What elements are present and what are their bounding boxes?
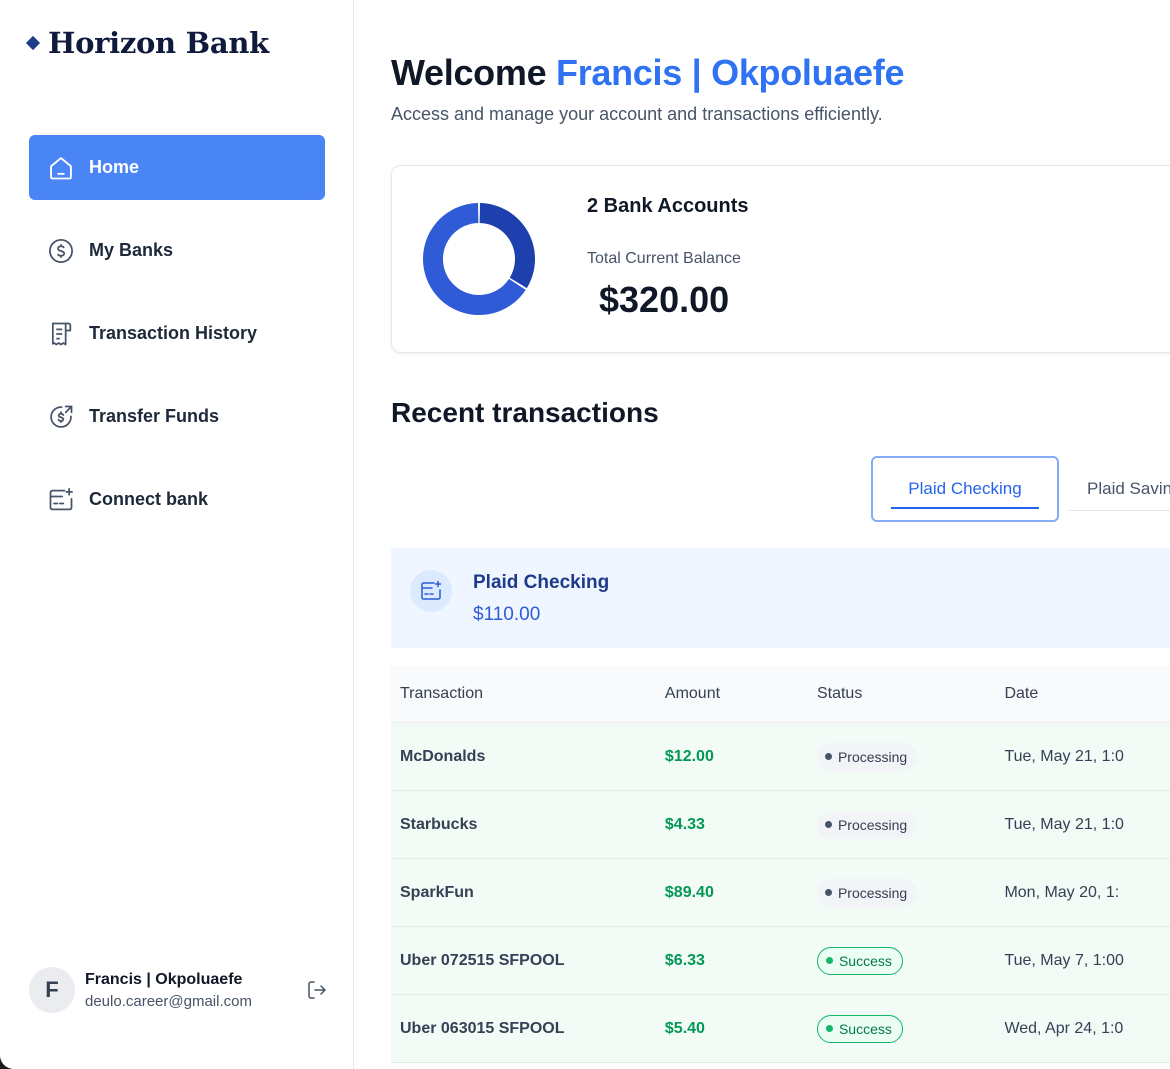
transaction-amount: $89.40	[664, 883, 714, 901]
table-row[interactable]: Uber 063015 SFPOOL $5.40 Success Wed, Ap…	[391, 995, 1170, 1063]
status-badge: Processing	[816, 810, 918, 839]
sidebar-item-connect-bank[interactable]: Connect bank	[29, 467, 325, 532]
recent-transactions-title: Recent transactions	[391, 397, 659, 428]
sidebar-item-home[interactable]: Home	[29, 135, 325, 200]
transaction-amount: $5.40	[664, 1019, 705, 1037]
sidebar-item-transaction-history[interactable]: Transaction History	[29, 301, 325, 366]
status-dot-icon	[825, 1025, 833, 1032]
transaction-date: Wed, Apr 24, 1:0	[1004, 1019, 1124, 1037]
logout-icon[interactable]	[305, 978, 329, 1002]
welcome-user-name: Francis | Okpoluaefe	[556, 52, 905, 93]
dollar-circle-icon	[49, 238, 73, 263]
total-balance-value: $320.00	[599, 279, 730, 320]
table-row[interactable]: SparkFun $89.40 Processing Mon, May 20, …	[391, 859, 1170, 927]
transaction-amount: $6.33	[664, 951, 705, 969]
account-card-icon-wrap	[410, 570, 452, 612]
user-name: Francis | Okpoluaefe	[85, 970, 243, 988]
account-name: Plaid Checking	[473, 572, 610, 593]
status-badge: Success	[816, 1014, 903, 1043]
total-balance-card: 2 Bank Accounts Total Current Balance $3…	[391, 165, 1170, 353]
sidebar-item-label: My Banks	[89, 240, 174, 260]
transaction-date: Tue, May 21, 1:0	[1004, 747, 1124, 765]
status-text: Success	[838, 1020, 892, 1037]
sidebar-item-label: Transfer Funds	[89, 406, 220, 426]
account-balance: $110.00	[473, 604, 541, 625]
total-balance-label: Total Current Balance	[587, 250, 741, 267]
table-header: Transaction Amount Status Date	[391, 666, 1170, 723]
transaction-date: Tue, May 7, 1:00	[1004, 951, 1124, 969]
table-row[interactable]: McDonalds $12.00 Processing Tue, May 21,…	[391, 723, 1170, 791]
receipt-icon	[51, 322, 72, 345]
transaction-date: Tue, May 21, 1:0	[1004, 815, 1124, 833]
status-dot-icon	[824, 889, 832, 896]
sidebar-nav: Home My Banks Transaction History Transf…	[29, 135, 325, 541]
brand-diamond-icon	[25, 35, 41, 51]
sidebar-item-label: Home	[89, 157, 140, 177]
transaction-date: Mon, May 20, 1:	[1004, 883, 1120, 901]
card-add-icon	[421, 580, 442, 600]
transaction-amount: $12.00	[664, 747, 714, 765]
transaction-amount: $4.33	[664, 815, 705, 833]
status-dot-icon	[825, 957, 833, 964]
user-meta: Francis | Okpoluaefe deulo.career@gmail.…	[85, 971, 297, 1010]
transaction-status-cell: Success	[816, 946, 1004, 975]
table-row[interactable]: Starbucks $4.33 Processing Tue, May 21, …	[391, 791, 1170, 859]
page-title: Welcome Francis | Okpoluaefe	[391, 52, 904, 94]
balance-donut-chart	[423, 203, 535, 315]
user-profile: F Francis | Okpoluaefe deulo.career@gmai…	[29, 967, 329, 1013]
brand-logo[interactable]: Horizon Bank	[25, 26, 269, 60]
sidebar: Horizon Bank Home My Banks Transaction H…	[0, 0, 354, 1069]
account-summary-banner: Plaid Checking $110.00	[391, 548, 1170, 648]
home-icon	[50, 156, 72, 179]
tab-plaid-savings[interactable]: Plaid Savin	[1068, 456, 1170, 522]
transaction-name: Uber 072515 SFPOOL	[400, 951, 565, 969]
bank-tabs: Plaid Checking Plaid Savin	[871, 456, 1170, 522]
card-add-icon	[49, 487, 73, 510]
column-header-amount: Amount	[664, 685, 721, 702]
avatar[interactable]: F	[29, 967, 75, 1013]
money-send-icon	[50, 405, 73, 428]
column-header-date: Date	[1004, 685, 1039, 702]
transaction-status-cell: Processing	[816, 810, 1004, 839]
status-text: Processing	[837, 816, 908, 833]
transaction-name: Uber 063015 SFPOOL	[400, 1019, 565, 1037]
transaction-name: SparkFun	[400, 883, 474, 901]
transaction-status-cell: Success	[816, 1014, 1004, 1043]
status-badge: Success	[816, 946, 903, 975]
column-header-transaction: Transaction	[400, 685, 483, 702]
status-badge: Processing	[816, 742, 918, 771]
sidebar-item-my-banks[interactable]: My Banks	[29, 218, 325, 283]
donut-segment	[479, 203, 535, 289]
sidebar-item-transfer-funds[interactable]: Transfer Funds	[29, 384, 325, 449]
tab-plaid-checking[interactable]: Plaid Checking	[871, 456, 1059, 522]
status-dot-icon	[824, 753, 832, 760]
transactions-table: Transaction Amount Status Date McDonalds…	[391, 666, 1170, 1063]
brand-name: Horizon Bank	[48, 26, 269, 60]
bank-accounts-count: 2 Bank Accounts	[587, 195, 749, 217]
sidebar-item-label: Transaction History	[89, 323, 258, 343]
column-header-status: Status	[816, 685, 863, 702]
user-email: deulo.career@gmail.com	[85, 992, 252, 1010]
status-text: Processing	[837, 748, 908, 765]
table-row[interactable]: Uber 072515 SFPOOL $6.33 Success Tue, Ma…	[391, 927, 1170, 995]
transaction-status-cell: Processing	[816, 878, 1004, 907]
transaction-name: McDonalds	[400, 747, 486, 765]
sidebar-item-label: Connect bank	[89, 489, 209, 509]
status-text: Success	[838, 952, 892, 969]
transaction-status-cell: Processing	[816, 742, 1004, 771]
status-badge: Processing	[816, 878, 918, 907]
page-subtitle: Access and manage your account and trans…	[391, 104, 883, 124]
status-dot-icon	[824, 821, 832, 828]
welcome-word: Welcome	[391, 52, 547, 93]
app-window: Horizon Bank Home My Banks Transaction H…	[0, 0, 1170, 1069]
status-text: Processing	[837, 884, 908, 901]
transaction-name: Starbucks	[400, 815, 478, 833]
